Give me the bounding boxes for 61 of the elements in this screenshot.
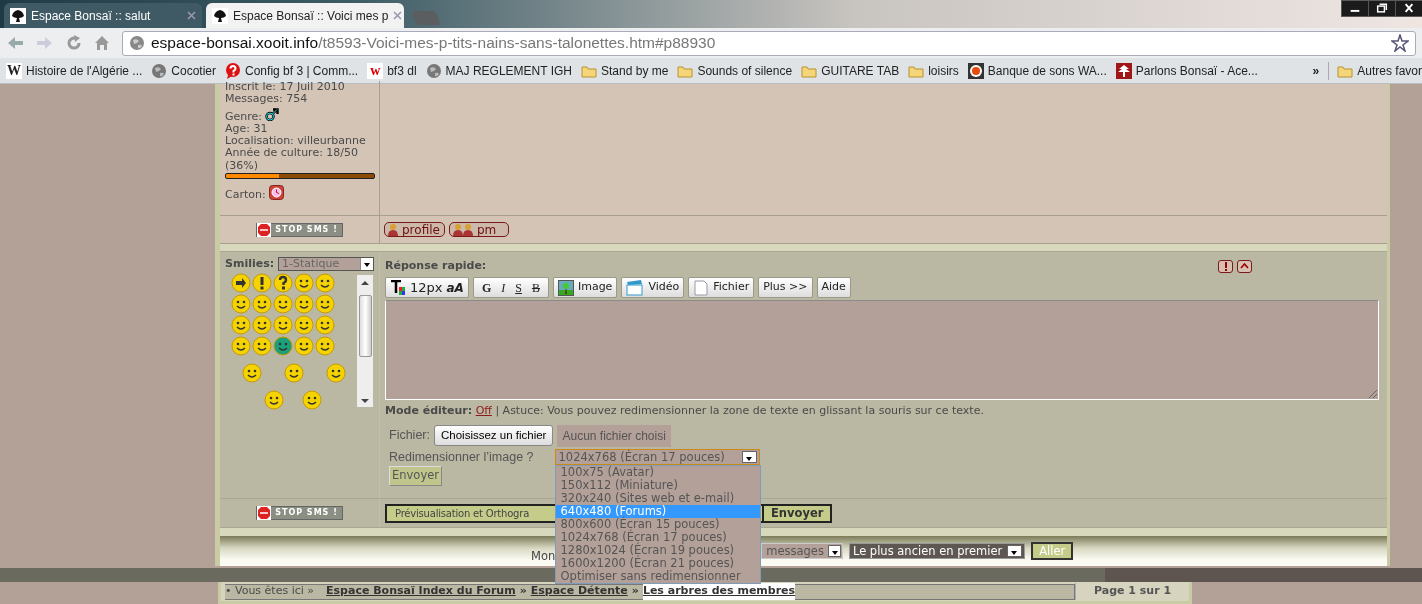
favicon: W [6, 62, 22, 79]
format-button[interactable]: B [531, 278, 540, 297]
profile-info: Messages: 754 [225, 92, 308, 106]
bookmark[interactable]: Config bf 3 | Comm... [225, 61, 359, 80]
editor-mode-hint: Mode éditeur: Off | Astuce: Vous pouvez redimensionner la zone de texte en glissant la souris sur ce texte. [385, 403, 985, 419]
file-status: Aucun fichier choisi [557, 424, 671, 447]
url-text: espace-bonsai.xooit.info/t8593-Voici-mes-p-tits-nains-sans-talonettes.htm#p88930 [151, 33, 716, 54]
show-label: Mon [531, 548, 556, 566]
editor-mode-link[interactable]: Off [475, 404, 492, 417]
format-button[interactable]: I [501, 278, 506, 297]
breadcrumb-link[interactable]: Espace Bonsaï Index du Forum [326, 583, 516, 600]
file-label: Fichier: [389, 427, 430, 445]
profile-info: Inscrit le: 17 Juil 2010 [225, 80, 345, 93]
format-button[interactable]: S [515, 278, 522, 297]
bookmark[interactable]: GUITARE TAB [801, 61, 900, 80]
bookmark[interactable]: Stand by me [581, 61, 669, 80]
bookmark[interactable]: Sounds of silence [677, 61, 793, 80]
profile-button[interactable]: profile [384, 222, 445, 237]
profile-info: Année de culture: 18/50 (36%) [225, 147, 360, 173]
font-size-button[interactable]: 12px aA [385, 277, 469, 298]
bookmark[interactable]: Parlons Bonsaï - Ace... [1115, 61, 1258, 80]
smilies-label: Smilies: [225, 256, 275, 272]
reply-title: Réponse rapide: [385, 257, 487, 274]
file-button[interactable]: Fichier [688, 277, 755, 298]
page-count: Page 1 sur 1 [1075, 583, 1189, 600]
image-button[interactable]: Image [552, 277, 618, 298]
breadcrumb-link[interactable]: Les arbres des membres [642, 583, 796, 600]
choose-file-button[interactable]: Choisissez un fichier [434, 424, 554, 447]
resize-label: Redimensionner l’image ? [389, 448, 534, 466]
favicon: w [367, 62, 384, 79]
breadcrumb-separator: » [519, 583, 527, 600]
bookmark[interactable]: W Histoire de l'Algérie ... [6, 61, 143, 80]
profile-info: Age: 31 [225, 121, 268, 135]
bookmarks-overflow-button[interactable]: » [1312, 61, 1320, 80]
profile-button[interactable]: pm [448, 222, 510, 237]
toolbar-button[interactable]: Aide [816, 277, 851, 298]
video-button[interactable]: Vidéo [621, 277, 685, 298]
tab-title: Espace Bonsaï :: salut [31, 7, 151, 25]
other-bookmarks-folder[interactable]: Autres favor [1328, 61, 1422, 80]
tab-title: Espace Bonsaï :: Voici mes p [233, 7, 389, 25]
profile-info: Localisation: villeurbanne [225, 134, 366, 148]
send-button[interactable]: Envoyer [762, 503, 833, 523]
format-button[interactable]: G [481, 278, 492, 297]
browser-tab[interactable]: Espace Bonsaï :: Voici mes p [206, 3, 404, 28]
bookmark[interactable]: Banque de sons WA... [967, 61, 1107, 80]
breadcrumb-link[interactable]: Espace Détente [530, 583, 628, 600]
order-select[interactable]: Le plus ancien en premier [848, 543, 1026, 559]
browser-tab[interactable]: Espace Bonsaï :: salut [4, 3, 202, 28]
bookmark[interactable]: loisirs [908, 61, 959, 80]
breadcrumb-separator: » [631, 583, 639, 600]
toolbar-button[interactable]: Plus >> [758, 277, 813, 298]
stop-sms-badge: STOP SMS ! [256, 222, 343, 237]
upload-button[interactable]: Envoyer [389, 466, 442, 486]
address-bar[interactable]: espace-bonsai.xooit.info/t8593-Voici-mes-p-tits-nains-sans-talonettes.htm#p88930 [122, 30, 1416, 56]
bookmark[interactable]: Cocotier [151, 61, 217, 80]
bookmark[interactable]: MAJ REGLEMENT IGH [425, 61, 572, 80]
bookmark[interactable]: w bf3 dl [367, 61, 417, 80]
breadcrumb-label: • Vous êtes ici » [225, 583, 315, 600]
profile-info: Carton: [225, 188, 266, 202]
stop-sms-badge: STOP SMS ! [256, 506, 343, 520]
profile-info: Genre: [225, 109, 263, 123]
